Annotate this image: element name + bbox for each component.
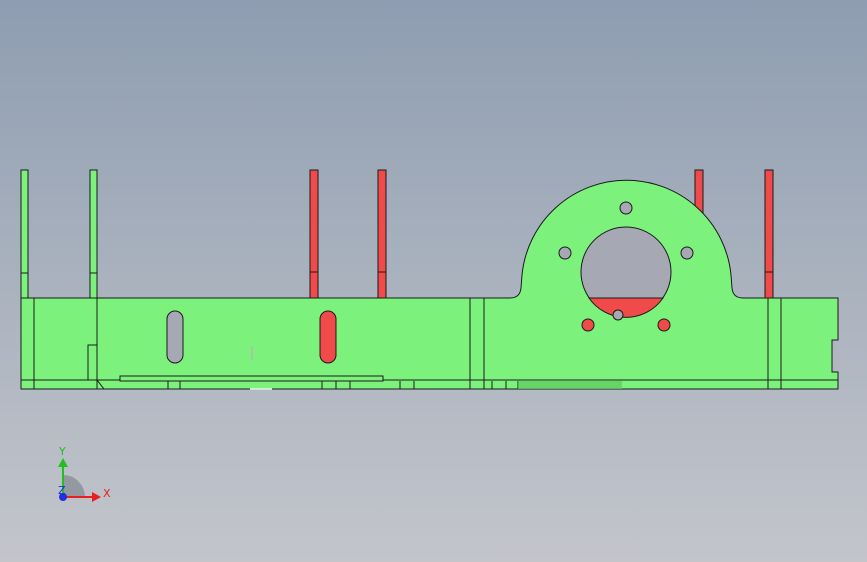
- mount-hole-red[interactable]: [581, 318, 595, 332]
- mount-hole[interactable]: [558, 246, 572, 260]
- rods-middle: [309, 169, 387, 299]
- y-axis-arrow: [58, 458, 68, 467]
- slot-left[interactable]: [166, 310, 184, 364]
- rod: [377, 169, 387, 299]
- inner-ring-hole: [612, 309, 624, 321]
- cad-viewport[interactable]: Y X Z: [0, 0, 867, 562]
- x-axis-label: X: [103, 487, 111, 500]
- rod: [20, 169, 29, 299]
- slot-right[interactable]: [319, 310, 337, 364]
- cad-model-view[interactable]: Y X Z: [0, 0, 867, 562]
- x-axis-arrow: [92, 492, 101, 502]
- z-axis-label: Z: [58, 484, 66, 497]
- shaded-strip: [518, 381, 622, 389]
- rods-left: [20, 169, 98, 299]
- mount-hole[interactable]: [680, 246, 694, 260]
- rod: [89, 169, 98, 299]
- base-plate[interactable]: [20, 179, 839, 390]
- mount-hole-red[interactable]: [657, 318, 671, 332]
- rod: [309, 169, 319, 299]
- triad-arc: [63, 475, 85, 497]
- mount-hole[interactable]: [619, 201, 633, 215]
- axis-triad[interactable]: Y X Z: [58, 445, 111, 502]
- y-axis-label: Y: [58, 445, 66, 458]
- rod: [764, 169, 774, 299]
